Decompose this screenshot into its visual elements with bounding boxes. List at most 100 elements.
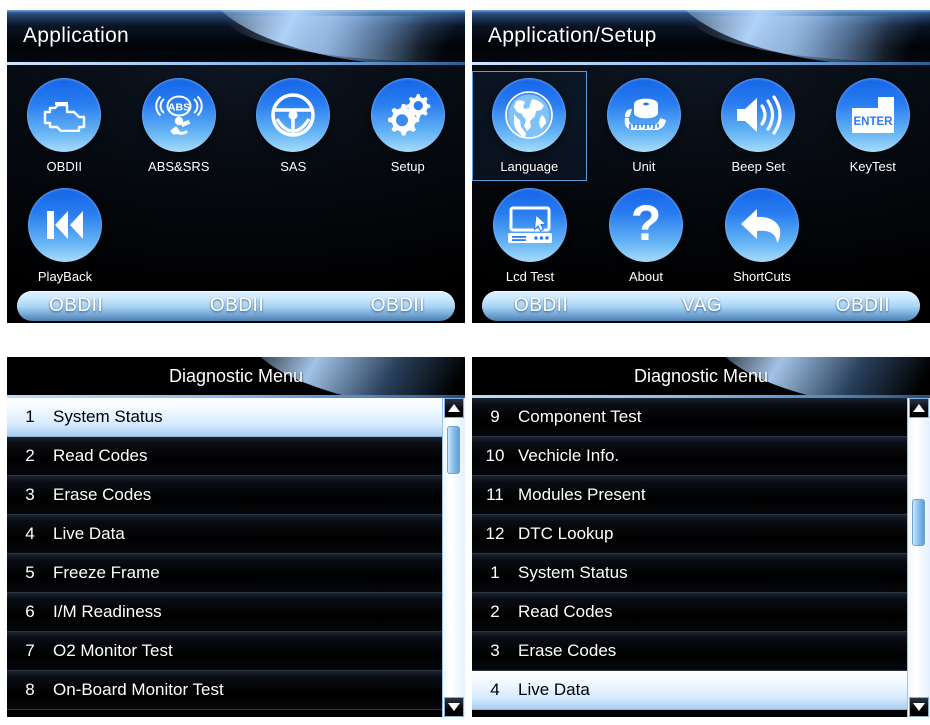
- app-item-obdii[interactable]: OBDII: [7, 71, 122, 181]
- table-row[interactable]: 5 Freeze Frame: [7, 554, 442, 593]
- softkey-right[interactable]: OBDII: [765, 295, 920, 317]
- row-number: 1: [25, 407, 35, 426]
- softkey-left[interactable]: OBDII: [17, 295, 174, 317]
- icon-row-1: Language Unit Beep Set ENTER KeyTest: [472, 71, 930, 181]
- setup-item-beep-set[interactable]: Beep Set: [701, 71, 816, 181]
- softkey-center[interactable]: OBDII: [174, 295, 299, 317]
- app-item-sas[interactable]: SAS: [236, 71, 351, 181]
- table-row[interactable]: 9 Component Test: [472, 398, 907, 437]
- app-item-setup[interactable]: Setup: [351, 71, 466, 181]
- page-title: Application: [23, 24, 130, 47]
- row-label: Modules Present: [518, 485, 646, 504]
- row-label: On-Board Monitor Test: [53, 680, 224, 699]
- scroll-up-arrow-icon[interactable]: [444, 398, 464, 418]
- softkey-bar: OBDII OBDII OBDII: [7, 291, 465, 321]
- question-mark-icon: ?: [609, 188, 683, 262]
- setup-item-keytest[interactable]: ENTER KeyTest: [816, 71, 930, 181]
- enter-key-icon: ENTER: [835, 78, 910, 152]
- setup-item-label: Lcd Test: [505, 269, 555, 284]
- page-title: Diagnostic Menu: [168, 366, 304, 386]
- row-label: Erase Codes: [518, 641, 617, 660]
- table-row[interactable]: 12 DTC Lookup: [472, 515, 907, 554]
- setup-item-label: Beep Set: [731, 159, 786, 174]
- row-label: System Status: [53, 407, 163, 426]
- icon-row-2: PlayBack: [7, 181, 465, 291]
- softkey-right[interactable]: OBDII: [300, 295, 455, 317]
- app-item-playback[interactable]: PlayBack: [7, 181, 123, 291]
- row-label: Freeze Frame: [53, 563, 160, 582]
- row-number: 9: [490, 407, 500, 426]
- row-number: 8: [25, 680, 35, 699]
- icon-row-2: Lcd Test ? About ShortCuts: [472, 181, 930, 291]
- app-item-label: ABS&SRS: [148, 159, 210, 174]
- table-row[interactable]: 3 Erase Codes: [7, 476, 442, 515]
- table-row[interactable]: 1 System Status: [7, 398, 442, 437]
- back-arrow-icon: [725, 188, 799, 262]
- setup-item-lcd-test[interactable]: Lcd Test: [472, 181, 588, 291]
- setup-item-about[interactable]: ? About: [588, 181, 704, 291]
- row-label: I/M Readiness: [53, 602, 162, 621]
- setup-item-language[interactable]: Language: [472, 71, 587, 181]
- table-row[interactable]: 2 Read Codes: [472, 593, 907, 632]
- row-label: Live Data: [53, 524, 125, 543]
- row-label: DTC Lookup: [518, 524, 614, 543]
- diagnostic-menu-screen-1: Diagnostic Menu 1 System Status 2 Read C…: [7, 357, 465, 717]
- row-number: 11: [486, 485, 504, 504]
- row-label: System Status: [518, 563, 628, 582]
- row-number: 6: [25, 602, 35, 621]
- row-number: 12: [485, 524, 505, 543]
- row-number: 3: [25, 485, 35, 504]
- app-item-label: PlayBack: [37, 269, 93, 284]
- row-label: Live Data: [518, 680, 590, 699]
- setup-item-label: About: [629, 269, 663, 284]
- list-rows: 9 Component Test 10 Vechicle Info. 11 Mo…: [472, 398, 907, 717]
- app-item-abs-srs[interactable]: ABS ABS&SRS: [122, 71, 237, 181]
- row-number: 4: [25, 524, 35, 543]
- row-label: Component Test: [518, 407, 642, 426]
- scroll-up-arrow-icon[interactable]: [909, 398, 929, 418]
- row-label: Erase Codes: [53, 485, 152, 504]
- diagnostic-header: Diagnostic Menu: [7, 357, 465, 395]
- table-row[interactable]: 6 I/M Readiness: [7, 593, 442, 632]
- page-title: Diagnostic Menu: [633, 366, 769, 386]
- row-label: O2 Monitor Test: [53, 641, 173, 660]
- app-item-label: SAS: [280, 159, 307, 174]
- scrollbar[interactable]: [442, 398, 465, 717]
- table-row[interactable]: 2 Read Codes: [7, 437, 442, 476]
- softkey-left[interactable]: OBDII: [482, 295, 639, 317]
- row-number: 1: [490, 563, 500, 582]
- scrollbar-thumb[interactable]: [447, 426, 460, 474]
- row-label: Vechicle Info.: [518, 446, 620, 465]
- scroll-down-arrow-icon[interactable]: [444, 697, 464, 717]
- svg-text:ABS: ABS: [168, 102, 190, 114]
- diagnostic-list-1: 1 System Status 2 Read Codes 3 Erase Cod…: [7, 398, 465, 717]
- app-item-label: OBDII: [46, 159, 82, 174]
- table-row[interactable]: 7 O2 Monitor Test: [7, 632, 442, 671]
- row-label: Read Codes: [518, 602, 613, 621]
- scrollbar[interactable]: [907, 398, 930, 717]
- softkey-center[interactable]: VAG: [639, 295, 764, 317]
- setup-item-label: Unit: [632, 159, 656, 174]
- row-number: 5: [25, 563, 35, 582]
- setup-item-label: KeyTest: [849, 159, 896, 174]
- rewind-icon: [28, 188, 102, 262]
- setup-item-label: ShortCuts: [733, 269, 791, 284]
- table-row[interactable]: 8 On-Board Monitor Test: [7, 671, 442, 710]
- speaker-icon: [721, 78, 796, 152]
- row-number: 2: [25, 446, 35, 465]
- setup-item-shortcuts[interactable]: ShortCuts: [704, 181, 820, 291]
- setup-item-unit[interactable]: Unit: [587, 71, 702, 181]
- setup-item-label: Language: [500, 159, 559, 174]
- table-row[interactable]: 11 Modules Present: [472, 476, 907, 515]
- table-row[interactable]: 10 Vechicle Info.: [472, 437, 907, 476]
- row-number: 3: [490, 641, 500, 660]
- table-row[interactable]: 1 System Status: [472, 554, 907, 593]
- scroll-down-arrow-icon[interactable]: [909, 697, 929, 717]
- tape-measure-icon: [606, 78, 681, 152]
- table-row[interactable]: 4 Live Data: [7, 515, 442, 554]
- row-number: 4: [490, 680, 500, 699]
- table-row[interactable]: 4 Live Data: [472, 671, 907, 710]
- scrollbar-thumb[interactable]: [912, 498, 925, 547]
- table-row[interactable]: 3 Erase Codes: [472, 632, 907, 671]
- row-number: 10: [485, 446, 505, 465]
